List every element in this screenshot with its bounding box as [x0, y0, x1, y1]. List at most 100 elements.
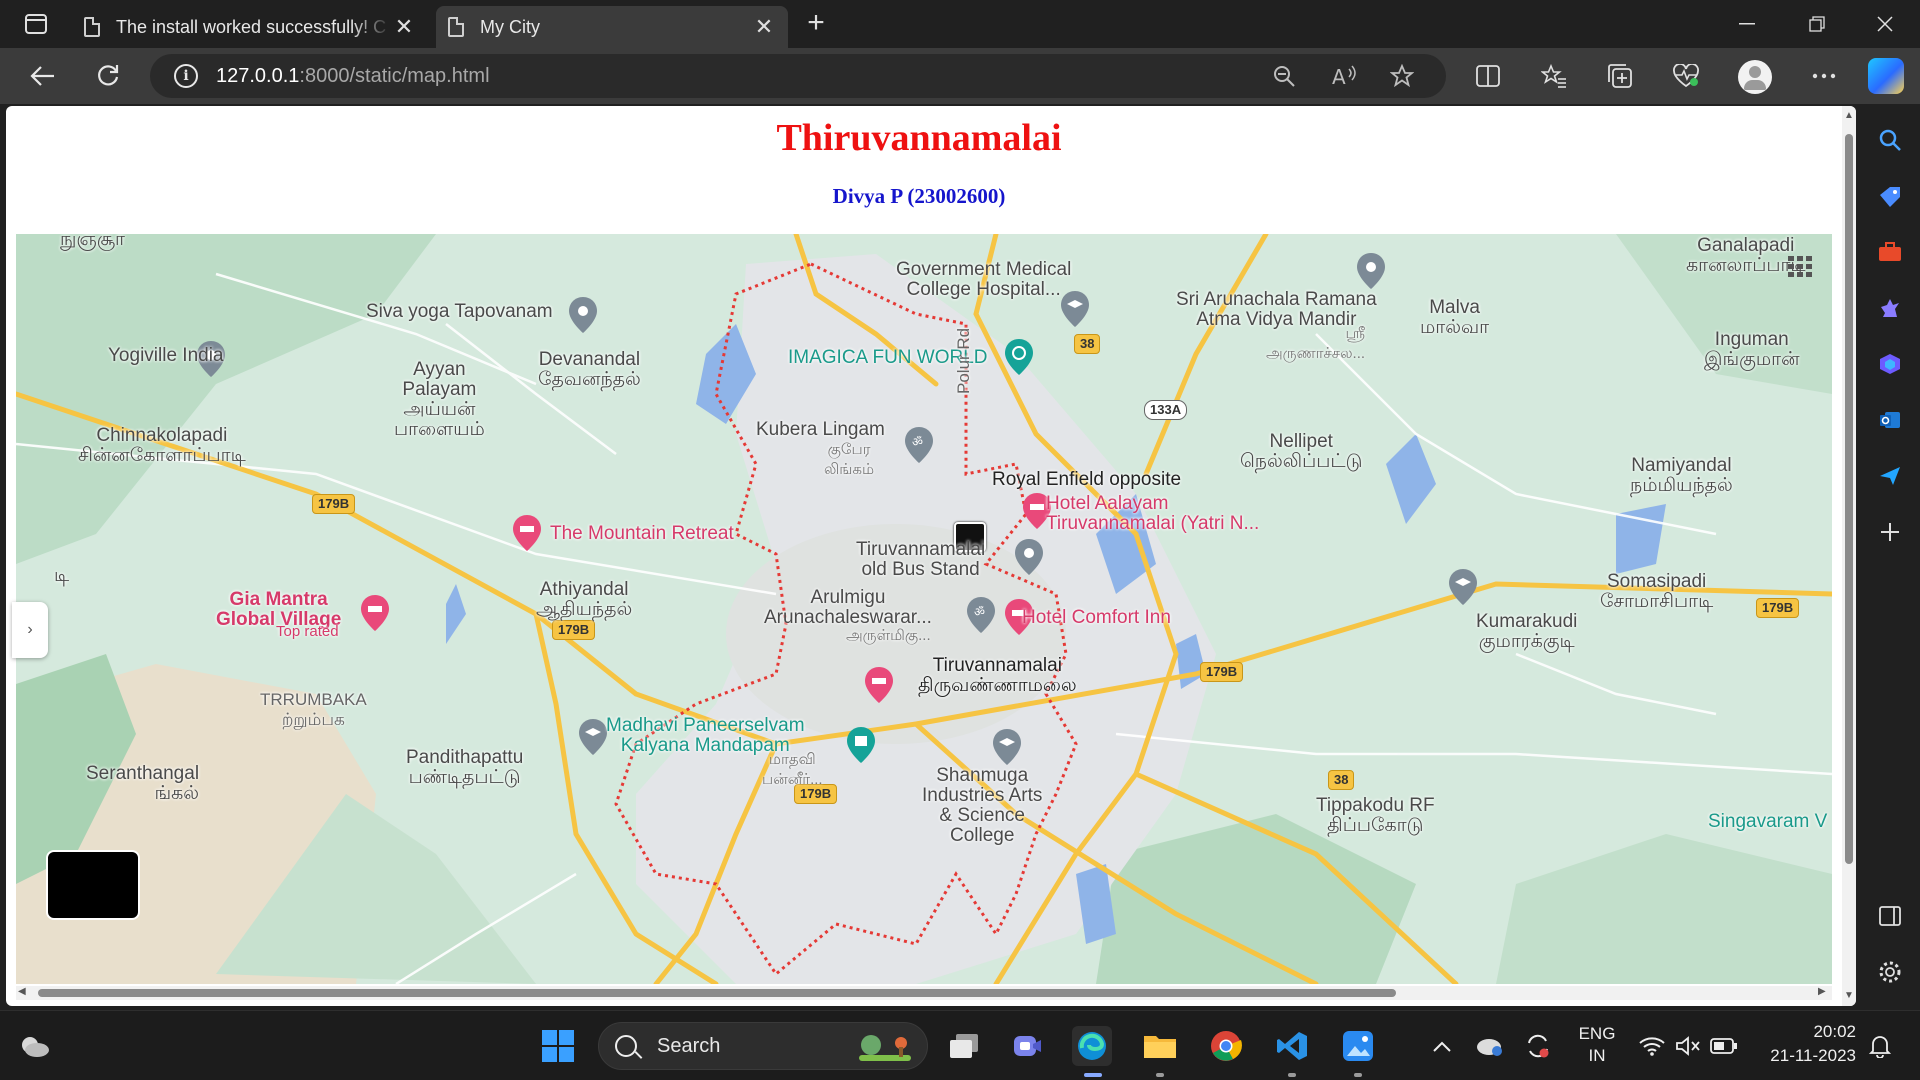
url-path: :8000/static/map.html — [299, 64, 490, 87]
scroll-up-icon[interactable]: ▲ — [1844, 110, 1854, 121]
school-pin-icon[interactable] — [578, 718, 608, 756]
taskbar-search-box[interactable]: Search — [598, 1022, 928, 1070]
tab-my-city[interactable]: My City ✕ — [436, 6, 788, 48]
sidebar-shopping-icon[interactable] — [1874, 180, 1906, 212]
map-thumbnail[interactable] — [46, 850, 140, 920]
bus-stand-pin-icon[interactable] — [1014, 538, 1044, 576]
map-label: Kumarakudi குமாரக்குடி — [1476, 611, 1578, 652]
svg-text:A: A — [1332, 65, 1346, 87]
map-side-panel-toggle[interactable]: › — [12, 602, 48, 658]
page-subtitle: Divya P (23002600) — [832, 184, 1006, 208]
start-button-icon[interactable] — [538, 1026, 578, 1066]
photos-app-icon[interactable] — [1338, 1026, 1378, 1066]
site-info-icon[interactable]: i — [174, 64, 198, 88]
google-map[interactable]: ॐ ॐ 38 133A 179B 179B 179B 179B 179B 38 … — [16, 234, 1832, 984]
url-host: 127.0.0.1 — [216, 64, 300, 87]
sync-status-icon[interactable] — [1518, 1026, 1558, 1066]
language-indicator[interactable]: ENG IN — [1570, 1023, 1624, 1067]
map-label: டி — [54, 565, 70, 586]
tab-title: My City — [480, 16, 540, 37]
vertical-scroll-thumb[interactable] — [1845, 134, 1853, 864]
vscode-icon[interactable] — [1272, 1026, 1312, 1066]
more-icon[interactable] — [1806, 58, 1842, 94]
minimize-button[interactable] — [1712, 0, 1782, 48]
task-view-icon[interactable] — [944, 1026, 984, 1066]
clock-time[interactable]: 20:02 — [1756, 1021, 1856, 1043]
sidebar-games-icon[interactable] — [1874, 292, 1906, 324]
temple-pin-icon[interactable]: ॐ — [966, 596, 996, 634]
copilot-icon[interactable] — [1868, 58, 1904, 94]
teams-chat-icon[interactable] — [1008, 1026, 1048, 1066]
scroll-down-icon[interactable]: ▼ — [1844, 990, 1854, 1001]
map-label: Tiruvannamalai திருவண்ணாமலை — [918, 655, 1077, 696]
sidebar-search-icon[interactable] — [1874, 124, 1906, 156]
school-pin-icon[interactable] — [992, 728, 1022, 766]
tab-install-worked[interactable]: The install worked successfully! C ✕ — [72, 6, 428, 48]
file-explorer-icon[interactable] — [1140, 1026, 1180, 1066]
split-screen-icon[interactable] — [1470, 58, 1506, 94]
sidebar-hide-icon[interactable] — [1874, 900, 1906, 932]
running-indicator — [1156, 1073, 1164, 1077]
refresh-button[interactable] — [90, 58, 126, 94]
url-text[interactable]: 127.0.0.1:8000/static/map.html — [216, 65, 490, 88]
map-label: Hotel Aalayam Tiruvannamalai (Yatri N... — [1046, 493, 1260, 534]
close-icon — [1877, 16, 1893, 32]
horizontal-scrollbar[interactable]: ◀ ▶ — [16, 986, 1832, 1000]
map-label: TRRUMBAKA ற்றும்பக — [260, 690, 367, 729]
close-tab-icon[interactable]: ✕ — [752, 14, 776, 40]
close-window-button[interactable] — [1850, 0, 1920, 48]
profile-avatar[interactable] — [1738, 60, 1772, 94]
hotel-pin-icon[interactable] — [512, 514, 542, 552]
hotel-pin-icon[interactable] — [864, 666, 894, 704]
battery-icon[interactable] — [1704, 1026, 1744, 1066]
wedding-hall-pin-icon[interactable] — [846, 726, 876, 764]
favorites-icon[interactable] — [1536, 58, 1572, 94]
scroll-right-icon[interactable]: ▶ — [1818, 986, 1826, 997]
map-label: Chinnakolapadi சின்னகோளாப்பாடி — [78, 425, 246, 466]
school-pin-icon[interactable] — [1448, 568, 1478, 606]
new-tab-button[interactable]: + — [800, 8, 832, 40]
svg-text:ॐ: ॐ — [912, 435, 923, 449]
volume-muted-icon[interactable] — [1668, 1026, 1708, 1066]
collections-icon[interactable] — [1602, 58, 1638, 94]
onedrive-status-icon[interactable] — [1470, 1026, 1510, 1066]
sidebar-tools-icon[interactable] — [1874, 236, 1906, 268]
scroll-left-icon[interactable]: ◀ — [18, 986, 26, 997]
amusement-park-pin-icon[interactable] — [1004, 338, 1034, 376]
read-aloud-icon[interactable]: A — [1330, 62, 1358, 90]
chrome-icon[interactable] — [1206, 1026, 1246, 1066]
sidebar-settings-icon[interactable] — [1874, 956, 1906, 988]
close-tab-icon[interactable]: ✕ — [392, 14, 416, 40]
horizontal-scroll-thumb[interactable] — [38, 989, 1396, 997]
temple-pin-icon[interactable]: ॐ — [904, 426, 934, 464]
tab-actions-button[interactable] — [14, 10, 58, 38]
map-label: The Mountain Retreat — [550, 523, 734, 544]
wifi-icon[interactable] — [1632, 1026, 1672, 1066]
back-button[interactable] — [24, 58, 60, 94]
running-indicator — [1354, 1073, 1362, 1077]
map-grid-icon[interactable] — [1788, 256, 1814, 278]
show-hidden-icons-chevron-icon[interactable] — [1422, 1026, 1462, 1066]
sidebar-add-icon[interactable] — [1874, 516, 1906, 548]
map-label: Top rated — [276, 623, 339, 640]
restore-button[interactable] — [1782, 0, 1852, 48]
place-pin-icon[interactable] — [568, 296, 598, 334]
place-pin-icon[interactable] — [1356, 252, 1386, 290]
clock-date[interactable]: 21-11-2023 — [1756, 1045, 1856, 1067]
edge-taskbar-icon[interactable] — [1072, 1026, 1112, 1066]
search-label: Search — [657, 1034, 721, 1057]
address-bar[interactable]: i 127.0.0.1:8000/static/map.html A — [150, 54, 1446, 98]
map-label: Kubera Lingam — [756, 419, 885, 440]
vertical-scrollbar[interactable]: ▲ ▼ — [1842, 106, 1856, 1006]
sidebar-send-icon[interactable] — [1874, 460, 1906, 492]
sidebar-outlook-icon[interactable] — [1874, 404, 1906, 436]
windows-taskbar: Search ENG IN 20:02 21-11-2023 — [0, 1010, 1920, 1080]
star-icon[interactable] — [1388, 62, 1416, 90]
zoom-out-icon[interactable] — [1270, 62, 1298, 90]
weather-widget-icon[interactable] — [14, 1026, 54, 1066]
hotel-pin-icon[interactable] — [360, 594, 390, 632]
browser-essentials-icon[interactable] — [1668, 58, 1704, 94]
notification-bell-icon[interactable] — [1860, 1026, 1900, 1066]
sidebar-office-icon[interactable] — [1874, 348, 1906, 380]
map-label: மாதவி பன்னீர்... — [762, 751, 823, 788]
